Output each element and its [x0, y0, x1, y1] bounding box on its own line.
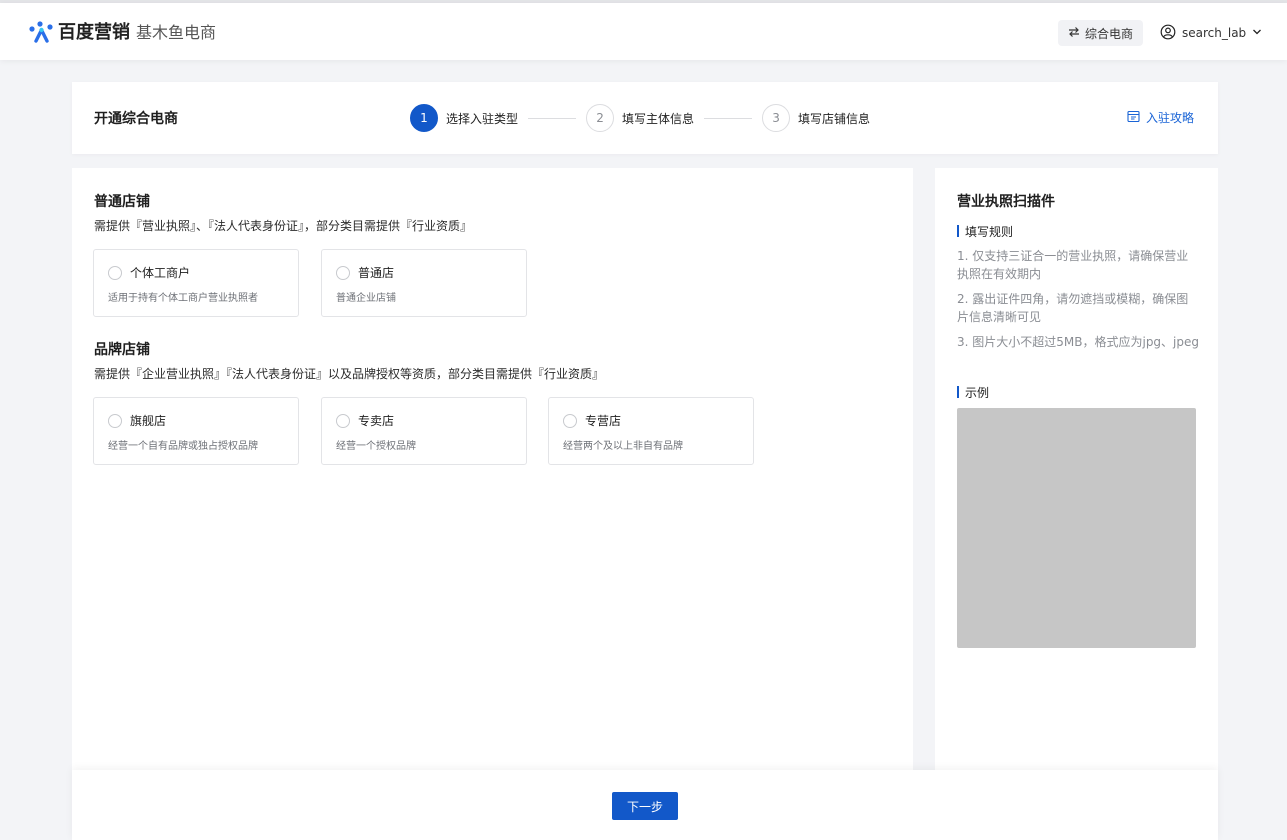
rule-item: 3. 图片大小不超过5MB，格式应为jpg、jpeg	[957, 335, 1200, 349]
option-name: 专卖店	[358, 414, 395, 428]
example-image-placeholder	[957, 408, 1196, 648]
step-label: 填写主体信息	[622, 111, 695, 126]
rule-item: 1. 仅支持三证合一的营业执照，请确保营业执照在有效期内	[957, 249, 1189, 281]
radio-button[interactable]	[563, 414, 577, 428]
radio-button[interactable]	[336, 266, 350, 280]
steps-card: 开通综合电商 1 选择入驻类型 2 填写主体信息 3 填写店铺信息 入驻攻略	[72, 82, 1218, 154]
step-1: 1 选择入驻类型	[410, 104, 518, 132]
step-number: 2	[586, 104, 615, 132]
step-connector	[704, 117, 753, 119]
logo-brand-text: 百度营销	[58, 22, 130, 43]
option-desc: 经营一个自有品牌或独占授权品牌	[108, 441, 258, 452]
baidu-marketing-logo-icon	[28, 18, 54, 44]
guide-book-icon	[1127, 110, 1140, 126]
option-specialty-store[interactable]: 专营店 经营两个及以上非自有品牌	[548, 397, 754, 465]
option-name: 普通店	[358, 266, 395, 280]
option-desc: 普通企业店铺	[336, 293, 396, 304]
step-connector	[528, 117, 577, 119]
example-heading: 示例	[957, 384, 989, 401]
logo[interactable]: 百度营销 基木鱼电商	[28, 18, 216, 44]
top-header: 百度营销 基木鱼电商 综合电商 search_lab	[0, 3, 1287, 60]
step-indicator: 1 选择入驻类型 2 填写主体信息 3 填写店铺信息	[410, 104, 870, 132]
option-desc: 经营两个及以上非自有品牌	[563, 441, 683, 452]
user-name: search_lab	[1182, 26, 1247, 40]
section-desc-brand-store: 需提供『企业营业执照』『法人代表身份证』以及品牌授权等资质，部分类目需提供『行业…	[94, 367, 605, 381]
option-individual-business[interactable]: 个体工商户 适用于持有个体工商户营业执照者	[93, 249, 299, 317]
step-2: 2 填写主体信息	[586, 104, 694, 132]
guide-link-label: 入驻攻略	[1146, 111, 1195, 125]
rule-item: 2. 露出证件四角，请勿遮挡或模糊，确保图片信息清晰可见	[957, 292, 1189, 324]
platform-label: 综合电商	[1085, 26, 1134, 41]
section-desc-regular-store: 需提供『营业执照』、『法人代表身份证』，部分类目需提供『行业资质』	[94, 219, 473, 233]
option-regular-store[interactable]: 普通店 普通企业店铺	[321, 249, 527, 317]
footer-bar: 下一步	[72, 770, 1218, 840]
store-type-panel: 普通店铺 需提供『营业执照』、『法人代表身份证』，部分类目需提供『行业资质』 个…	[72, 168, 913, 770]
rules-heading: 填写规则	[957, 223, 1013, 240]
step-number: 1	[410, 104, 438, 132]
step-label: 填写店铺信息	[798, 111, 871, 126]
step-label: 选择入驻类型	[446, 111, 519, 126]
option-desc: 经营一个授权品牌	[336, 441, 416, 452]
swap-icon	[1068, 26, 1080, 41]
step-number: 3	[762, 104, 791, 132]
option-name: 专营店	[585, 414, 622, 428]
chevron-down-icon	[1252, 26, 1262, 40]
step-3: 3 填写店铺信息	[762, 104, 870, 132]
page-title: 开通综合电商	[94, 111, 178, 127]
radio-button[interactable]	[336, 414, 350, 428]
radio-button[interactable]	[108, 266, 122, 280]
option-name: 旗舰店	[130, 414, 167, 428]
option-exclusive-store[interactable]: 专卖店 经营一个授权品牌	[321, 397, 527, 465]
logo-product-text: 基木鱼电商	[136, 23, 217, 42]
user-circle-icon	[1160, 24, 1176, 43]
section-title-regular-store: 普通店铺	[94, 194, 150, 210]
settlement-guide-link[interactable]: 入驻攻略	[1127, 109, 1194, 126]
side-title: 营业执照扫描件	[957, 194, 1055, 210]
option-desc: 适用于持有个体工商户营业执照者	[108, 293, 258, 304]
license-help-panel: 营业执照扫描件 填写规则 1. 仅支持三证合一的营业执照，请确保营业执照在有效期…	[935, 168, 1218, 770]
radio-button[interactable]	[108, 414, 122, 428]
user-menu[interactable]: search_lab	[1160, 20, 1262, 46]
option-flagship-store[interactable]: 旗舰店 经营一个自有品牌或独占授权品牌	[93, 397, 299, 465]
next-step-button[interactable]: 下一步	[612, 792, 678, 820]
platform-switch-button[interactable]: 综合电商	[1058, 20, 1144, 46]
option-name: 个体工商户	[130, 266, 191, 280]
section-title-brand-store: 品牌店铺	[94, 342, 150, 358]
